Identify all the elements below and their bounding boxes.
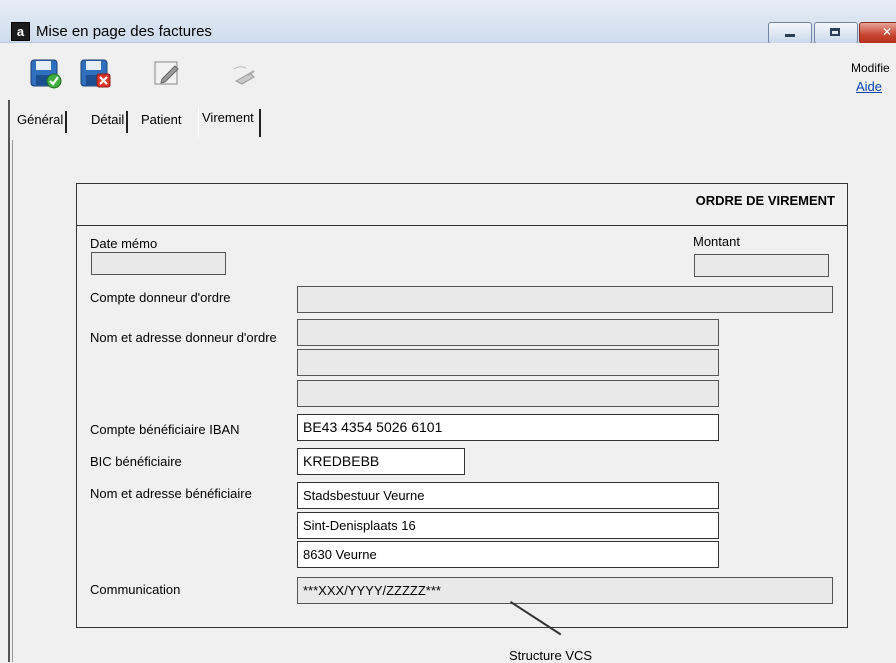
- form-header-divider: [77, 225, 847, 226]
- tab-patient[interactable]: Patient: [138, 109, 184, 137]
- donneur-address-line-3[interactable]: [297, 380, 719, 407]
- bic-label: BIC bénéficiaire: [90, 454, 182, 469]
- compte-beneficiaire-label: Compte bénéficiaire IBAN: [90, 422, 240, 437]
- left-border: [8, 100, 10, 662]
- tab-general-label: Général: [17, 112, 64, 127]
- montant-label: Montant: [693, 234, 740, 249]
- transfer-order-form: ORDRE DE VIREMENT Date mémo Montant Comp…: [76, 183, 848, 636]
- form-title: ORDRE DE VIREMENT: [695, 193, 835, 208]
- aide-link[interactable]: Aide: [856, 79, 882, 94]
- montant-field[interactable]: [694, 254, 829, 277]
- app-icon[interactable]: a: [11, 22, 30, 41]
- edit-button[interactable]: [153, 59, 185, 89]
- title-bar: a Mise en page des factures ✕: [0, 0, 896, 44]
- tab-patient-label: Patient: [141, 112, 182, 127]
- vcs-annotation: Structure VCS: [509, 648, 593, 663]
- save-cancel-icon: [80, 59, 111, 88]
- tab-general[interactable]: Général: [14, 109, 68, 137]
- communication-field[interactable]: ***XXX/YYYY/ZZZZZ***: [297, 577, 833, 604]
- minimize-icon: [785, 34, 795, 37]
- save-cancel-button[interactable]: [80, 59, 112, 89]
- tab-virement[interactable]: Virement: [198, 107, 261, 137]
- save-icon: [30, 59, 62, 89]
- maximize-icon: [830, 28, 840, 36]
- beneficiaire-address-line-3[interactable]: 8630 Veurne: [297, 541, 719, 568]
- compte-donneur-field[interactable]: [297, 286, 833, 313]
- tab-detail[interactable]: Détail: [88, 109, 129, 137]
- nom-adresse-beneficiaire-label: Nom et adresse bénéficiaire: [90, 486, 252, 501]
- left-border-inner: [12, 140, 13, 662]
- window-title: Mise en page des factures: [36, 23, 212, 40]
- modifier-label: Modifie: [851, 61, 890, 75]
- beneficiaire-address-line-1[interactable]: Stadsbestuur Veurne: [297, 482, 719, 509]
- clear-button[interactable]: [230, 59, 262, 89]
- close-icon: ✕: [882, 25, 893, 39]
- close-button[interactable]: ✕: [859, 22, 896, 44]
- toolbar: [0, 43, 896, 99]
- save-button[interactable]: [30, 59, 62, 89]
- maximize-button[interactable]: [814, 22, 858, 44]
- bic-field[interactable]: KREDBEBB: [297, 448, 465, 475]
- minimize-button[interactable]: [768, 22, 812, 44]
- compte-donneur-label: Compte donneur d'ordre: [90, 290, 231, 305]
- compte-beneficiaire-field[interactable]: BE43 4354 5026 6101: [297, 414, 719, 441]
- clear-icon: [233, 66, 255, 85]
- date-memo-label: Date mémo: [90, 236, 158, 251]
- donneur-address-line-1[interactable]: [297, 319, 719, 346]
- beneficiaire-address-line-2[interactable]: Sint-Denisplaats 16: [297, 512, 719, 539]
- nom-adresse-donneur-label: Nom et adresse donneur d'ordre: [90, 330, 277, 345]
- donneur-address-line-2[interactable]: [297, 349, 719, 376]
- edit-icon: [154, 61, 179, 85]
- tab-virement-label: Virement: [202, 110, 254, 125]
- vcs-pointer-line: [509, 601, 562, 636]
- tab-detail-label: Détail: [91, 112, 125, 127]
- date-memo-field[interactable]: [91, 252, 226, 275]
- communication-label: Communication: [90, 582, 181, 597]
